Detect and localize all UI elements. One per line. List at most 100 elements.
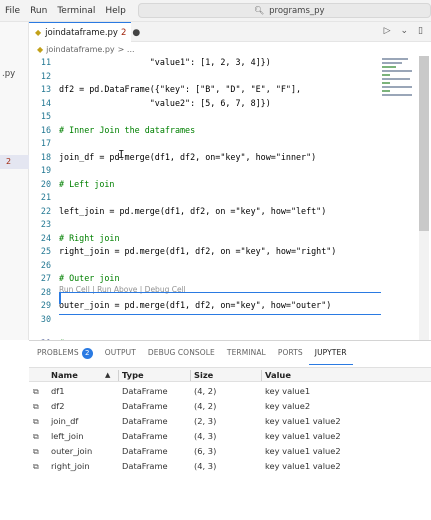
variable-value: key value1 value2 xyxy=(265,446,341,456)
run-icon[interactable]: ▷ xyxy=(384,26,391,36)
cell-current-bar xyxy=(59,293,61,304)
show-data-viewer-icon[interactable]: ⧉ xyxy=(33,444,47,459)
variable-value: key value1 xyxy=(265,386,311,396)
header-size[interactable]: Size xyxy=(194,368,213,383)
code-line[interactable]: 20 # Left join xyxy=(29,178,409,192)
panel-tab-label: OUTPUT xyxy=(104,348,136,357)
variable-value: key value1 value2 xyxy=(265,416,341,426)
split-editor-icon[interactable]: ▯ xyxy=(418,26,423,36)
panel-tab-label: TERMINAL xyxy=(226,348,266,357)
variable-value: key value2 xyxy=(265,401,311,411)
code-line[interactable]: 29 outer_join = pd.merge(df1, df2, on="ke… xyxy=(29,299,409,313)
show-data-viewer-icon[interactable]: ⧉ xyxy=(33,459,47,474)
panel-tab-output[interactable]: OUTPUT xyxy=(99,341,142,365)
tab-label: joindataframe.py xyxy=(45,27,118,38)
menu-run[interactable]: Run xyxy=(25,0,52,22)
menu-terminal[interactable]: Terminal xyxy=(52,0,100,22)
code-line[interactable]: 11 "value1": [1, 2, 3, 4]}) xyxy=(29,56,409,70)
panel-tab-terminal[interactable]: TERMINAL xyxy=(221,341,272,365)
panel-tab-label: PROBLEMS xyxy=(37,348,79,357)
header-value[interactable]: Value xyxy=(265,368,291,383)
variable-size: (2, 3) xyxy=(194,416,217,426)
sidebar-item-file[interactable]: .py xyxy=(2,69,15,79)
variable-size: (4, 2) xyxy=(194,386,217,396)
command-center-search[interactable]: 🔍︎ programs_py xyxy=(138,3,431,18)
sidebar-explorer: .py 2 xyxy=(0,22,29,340)
code-text: df2 = pd.DataFrame({"key": ["B", "D", "E… xyxy=(59,84,302,94)
code-line[interactable]: 24 # Right join xyxy=(29,232,409,246)
breadcrumb-ellipsis[interactable]: > ... xyxy=(118,45,135,54)
show-data-viewer-icon[interactable]: ⧉ xyxy=(33,429,47,444)
table-row[interactable]: ⧉ right_join DataFrame (4, 3) key value1 val… xyxy=(29,459,431,474)
mouse-cursor-icon: I xyxy=(118,148,125,161)
code-line[interactable]: 27 # Outer join xyxy=(29,272,409,286)
panel-tab-bar: PROBLEMS 2 OUTPUT DEBUG CONSOLE TERMINAL PORT… xyxy=(29,341,431,365)
sidebar-highlight xyxy=(0,155,29,169)
code-line[interactable]: 12 xyxy=(29,70,409,84)
variable-name: df2 xyxy=(51,401,65,411)
show-data-viewer-icon[interactable]: ⧉ xyxy=(33,414,47,429)
code-text: "value1": [1, 2, 3, 4]}) xyxy=(59,57,271,67)
line-number: 15 xyxy=(40,111,51,121)
variable-size: (4, 3) xyxy=(194,461,217,471)
code-line[interactable]: 14 "value2": [5, 6, 7, 8]}) xyxy=(29,97,409,111)
table-row[interactable]: ⧉ df1 DataFrame (4, 2) key value1 xyxy=(29,384,431,399)
variable-size: (4, 3) xyxy=(194,431,217,441)
variable-type: DataFrame xyxy=(122,431,168,441)
code-text: "value2": [5, 6, 7, 8]}) xyxy=(59,97,271,108)
code-line[interactable]: 13 df2 = pd.DataFrame({"key": ["B", "D", … xyxy=(29,83,409,97)
line-number: 18 xyxy=(40,151,51,162)
code-line[interactable]: 19 xyxy=(29,164,409,178)
minimap[interactable] xyxy=(380,56,418,116)
line-number: 29 xyxy=(40,300,51,310)
code-line[interactable]: 26 xyxy=(29,259,409,273)
variable-type: DataFrame xyxy=(122,386,168,396)
menu-file[interactable]: File xyxy=(0,0,25,22)
show-data-viewer-icon[interactable]: ⧉ xyxy=(33,399,47,414)
line-number: 23 xyxy=(40,219,51,229)
line-number: 14 xyxy=(40,97,51,108)
editor-scrollbar-thumb[interactable] xyxy=(419,56,429,231)
show-data-viewer-icon[interactable]: ⧉ xyxy=(33,384,47,399)
unsaved-dot-icon[interactable]: ● xyxy=(132,28,140,38)
code-text: left_join = pd.merge(df1, df2, on ="key"… xyxy=(59,205,327,216)
sidebar-problems-badge: 2 xyxy=(6,157,12,166)
variable-value: key value1 value2 xyxy=(265,461,341,471)
table-row[interactable]: ⧉ df2 DataFrame (4, 2) key value2 xyxy=(29,399,431,414)
code-line[interactable]: 15 xyxy=(29,110,409,124)
header-type[interactable]: Type xyxy=(122,368,144,383)
panel-tab-debug-console[interactable]: DEBUG CONSOLE xyxy=(142,341,221,365)
code-text: # Inner Join the dataframes xyxy=(59,124,196,135)
line-number: 20 xyxy=(40,178,51,189)
panel-tab-jupyter[interactable]: JUPYTER xyxy=(308,341,353,365)
code-line[interactable]: 25 right_join = pd.merge(df1, df2, on ="k… xyxy=(29,245,409,259)
breadcrumb-file[interactable]: joindataframe.py xyxy=(46,45,115,54)
sort-arrow-icon[interactable]: ▲ xyxy=(105,368,110,383)
menu-help[interactable]: Help xyxy=(100,0,131,22)
header-name[interactable]: Name xyxy=(51,368,78,383)
code-line[interactable]: 16 # Inner Join the dataframes xyxy=(29,124,409,138)
code-editor[interactable]: 11 "value1": [1, 2, 3, 4]}) 12 13 df2 = pd.… xyxy=(29,56,409,340)
code-line[interactable]: 21 xyxy=(29,191,409,205)
chevron-down-icon[interactable]: ⌄ xyxy=(401,26,409,36)
table-row[interactable]: ⧉ left_join DataFrame (4, 3) key value1 valu… xyxy=(29,429,431,444)
variable-type: DataFrame xyxy=(122,401,168,411)
line-number: 26 xyxy=(40,259,51,270)
code-line[interactable]: 23 xyxy=(29,218,409,232)
code-line[interactable]: 17 xyxy=(29,137,409,151)
line-number: 30 xyxy=(40,313,51,324)
code-line[interactable]: 18 join_df = pd.merge(df1, df2, on="key",… xyxy=(29,151,409,165)
line-number: 24 xyxy=(40,232,51,243)
python-file-icon: ◆ xyxy=(37,44,44,54)
variable-name: left_join xyxy=(51,431,84,441)
code-line[interactable]: 22 left_join = pd.merge(df1, df2, on ="ke… xyxy=(29,205,409,219)
editor-actions: ▷ ⌄ ▯ xyxy=(384,26,423,36)
table-row[interactable]: ⧉ outer_join DataFrame (6, 3) key value1 val… xyxy=(29,444,431,459)
line-number: 22 xyxy=(40,205,51,216)
panel-tab-problems[interactable]: PROBLEMS 2 xyxy=(31,341,99,365)
panel-tab-ports[interactable]: PORTS xyxy=(272,341,309,365)
panel-tab-label: PORTS xyxy=(277,348,303,357)
table-row[interactable]: ⧉ join_df DataFrame (2, 3) key value1 value2 xyxy=(29,414,431,429)
tab-joindataframe[interactable]: ◆ joindataframe.py 2 ● xyxy=(29,22,140,42)
line-number: 28 xyxy=(40,286,51,297)
